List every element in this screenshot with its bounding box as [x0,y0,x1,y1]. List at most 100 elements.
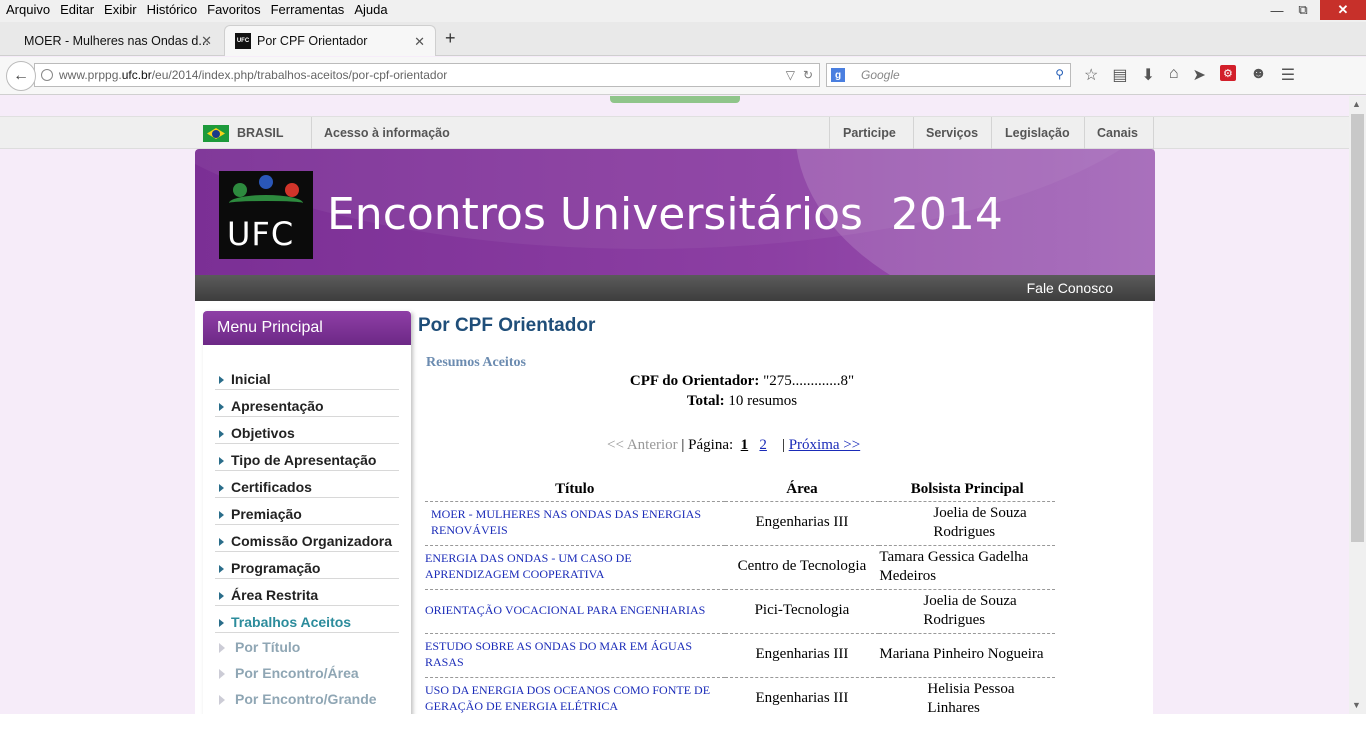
participe-link[interactable]: Participe [843,126,896,140]
header-area: Área [724,479,880,502]
row-title-link[interactable]: ORIENTAÇÃO VOCACIONAL PARA ENGENHARIAS [425,589,725,634]
menu-item-inicial[interactable]: Inicial [215,363,399,390]
send-icon[interactable]: ➤ [1193,65,1206,85]
tab-bar: MOER - Mulheres nas Ondas d... ✕ UFC Por… [0,22,1366,56]
row-bolsista: Mariana Pinheiro Nogueira [879,633,1055,678]
menu-ajuda[interactable]: Ajuda [354,2,387,17]
row-area: Engenharias III [724,677,880,714]
tab-por-cpf-orientador[interactable]: UFC Por CPF Orientador ✕ [224,25,436,56]
cpf-line: CPF do Orientador: "275.............8" [417,373,1067,390]
status-bar [0,714,1366,738]
close-tab-icon[interactable]: ✕ [414,34,425,50]
total-line: Total: 10 resumos [417,393,1067,410]
address-bar[interactable]: www.prppg. ufc.br/eu/2014/index.php/traba… [34,63,820,87]
header-titulo: Título [425,479,725,502]
menu-bar: Arquivo Editar Exibir Histórico Favorito… [0,0,1366,22]
dropdown-icon[interactable]: ▽ [786,68,795,82]
main-menu-header: Menu Principal [203,311,411,345]
tab-label: MOER - Mulheres nas Ondas d... [24,33,209,48]
page-title: Por CPF Orientador [418,315,596,336]
row-title-link[interactable]: ENERGIA DAS ONDAS - UM CASO DE APRENDIZA… [425,545,725,590]
menu-item-premiacao[interactable]: Premiação [215,498,399,525]
ufc-favicon-icon: UFC [235,33,251,49]
vertical-scrollbar[interactable]: ▲ ▼ [1349,96,1366,714]
tab-label: Por CPF Orientador [257,34,368,48]
row-title-link[interactable]: ESTUDO SOBRE AS ONDAS DO MAR EM ÁGUAS RA… [425,633,725,678]
menu-item-certificados[interactable]: Certificados [215,471,399,498]
scrollbar-thumb[interactable] [1351,114,1364,542]
page-1-link[interactable]: 1 [741,437,749,453]
acesso-informacao-link[interactable]: Acesso à informação [324,126,450,140]
new-tab-icon[interactable]: + [445,28,456,49]
search-input[interactable]: g Google ⚲ [826,63,1071,87]
url-prefix: www.prppg. [59,68,122,82]
reading-list-icon[interactable]: ▤ [1112,65,1127,85]
menu-historico[interactable]: Histórico [147,2,198,17]
close-window-button[interactable]: ✕ [1320,0,1366,20]
brazil-flag-icon [203,125,229,142]
menu-exibir[interactable]: Exibir [104,2,137,17]
submenu-por-encontro-area[interactable]: Por Encontro/Área [203,659,411,685]
page-viewport: BRASIL Acesso à informação Participe Ser… [0,96,1349,714]
main-menu: Menu Principal Inicial Apresentação Obje… [203,311,411,714]
back-button[interactable]: ← [6,61,36,91]
close-tab-icon[interactable]: ✕ [201,33,212,49]
home-icon[interactable]: ⌂ [1169,65,1179,85]
row-area: Engenharias III [724,633,880,678]
menu-editar[interactable]: Editar [60,2,94,17]
legislacao-link[interactable]: Legislação [1005,126,1070,140]
content-area: Menu Principal Inicial Apresentação Obje… [195,301,1153,714]
row-title-link[interactable]: USO DA ENERGIA DOS OCEANOS COMO FONTE DE… [425,677,725,714]
navigation-bar: www.prppg. ufc.br/eu/2014/index.php/traba… [0,57,1366,95]
ufc-logo[interactable]: UFC [219,171,313,259]
header-bolsista: Bolsista Principal [879,479,1055,502]
table-row: MOER - MULHERES NAS ONDAS DAS ENERGIAS R… [425,501,1055,546]
canais-link[interactable]: Canais [1097,126,1138,140]
site-banner: UFC Encontros Universitários 2014 [195,149,1155,275]
table-row: ORIENTAÇÃO VOCACIONAL PARA ENGENHARIAS P… [425,589,1055,634]
row-area: Centro de Tecnologia [724,545,880,590]
prev-page-link: << Anterior [607,437,678,453]
search-icon[interactable]: ⚲ [1055,67,1064,81]
menu-item-comissao[interactable]: Comissão Organizadora [215,525,399,552]
minimize-button[interactable]: — [1264,0,1290,20]
menu-item-objetivos[interactable]: Objetivos [215,417,399,444]
menu-favoritos[interactable]: Favoritos [207,2,260,17]
google-icon[interactable]: g [831,68,845,82]
menu-item-area-restrita[interactable]: Área Restrita [215,579,399,606]
bookmark-star-icon[interactable]: ☆ [1084,65,1098,85]
url-suffix: /eu/2014/index.php/trabalhos-aceitos/por… [151,68,448,82]
pdf-addon-icon[interactable]: ⚙ [1219,65,1236,81]
search-placeholder: Google [861,68,900,82]
cpf-value: "275.............8" [763,373,855,389]
row-bolsista: Joelia de Souza Rodrigues [879,589,1055,634]
brasil-link[interactable]: BRASIL [237,126,284,140]
fale-conosco-link[interactable]: Fale Conosco [1027,280,1113,296]
total-value: 10 resumos [728,393,798,409]
download-icon[interactable]: ⬇ [1141,65,1154,85]
top-navbar: Fale Conosco [195,275,1155,301]
row-title-link[interactable]: MOER - MULHERES NAS ONDAS DAS ENERGIAS R… [425,501,725,546]
next-page-link[interactable]: Próxima >> [789,437,861,453]
section-title: Resumos Aceitos [426,355,526,370]
menu-item-programacao[interactable]: Programação [215,552,399,579]
page-2-link[interactable]: 2 [759,437,767,453]
maximize-button[interactable]: ⧉ [1290,0,1316,20]
chat-icon[interactable]: ☻ [1250,65,1267,85]
url-domain: ufc.br [121,68,152,82]
hamburger-menu-icon[interactable]: ☰ [1281,65,1295,85]
menu-arquivo[interactable]: Arquivo [6,2,50,17]
reload-icon[interactable]: ↻ [803,68,813,82]
table-row: ESTUDO SOBRE AS ONDAS DO MAR EM ÁGUAS RA… [425,633,1055,678]
menu-item-apresentacao[interactable]: Apresentação [215,390,399,417]
scroll-up-icon[interactable]: ▲ [1352,99,1361,109]
tab-moer[interactable]: MOER - Mulheres nas Ondas d... ✕ [0,25,222,56]
menu-item-trabalhos-aceitos[interactable]: Trabalhos Aceitos [215,606,399,633]
scroll-down-icon[interactable]: ▼ [1352,700,1361,710]
submenu-por-encontro-grande[interactable]: Por Encontro/Grande [203,685,411,711]
menu-ferramentas[interactable]: Ferramentas [271,2,345,17]
servicos-link[interactable]: Serviços [926,126,978,140]
row-bolsista: Joelia de Souza Rodrigues [879,501,1055,546]
submenu-por-titulo[interactable]: Por Título [203,633,411,659]
menu-item-tipo-apresentacao[interactable]: Tipo de Apresentação [215,444,399,471]
